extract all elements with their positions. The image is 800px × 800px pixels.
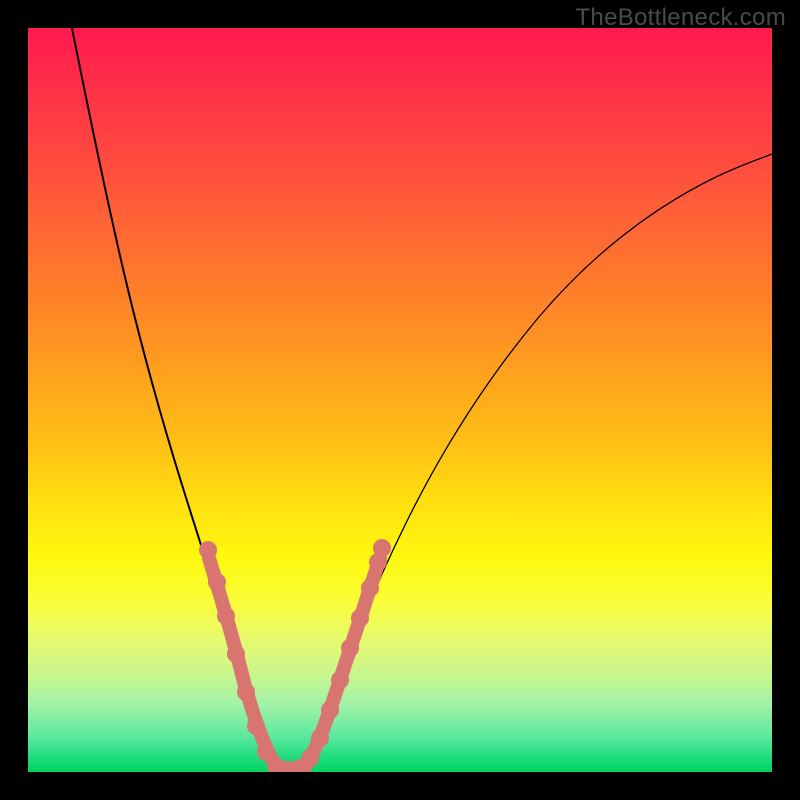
highlight-dots-group [199, 539, 391, 772]
curve-right-branch [300, 154, 772, 770]
dot [217, 607, 235, 625]
plot-area [28, 28, 772, 772]
dot [373, 539, 391, 557]
dot [199, 541, 217, 559]
dot [301, 749, 319, 767]
dot [321, 701, 339, 719]
dot [311, 729, 329, 747]
dot [331, 671, 349, 689]
curve-left-branch [72, 28, 281, 770]
dot [208, 573, 226, 591]
dot [237, 683, 255, 701]
dot [341, 639, 359, 657]
dot [351, 609, 369, 627]
curve-svg [28, 28, 772, 772]
dot [247, 717, 265, 735]
dot [227, 645, 245, 663]
chart-frame: TheBottleneck.com [0, 0, 800, 800]
dot [361, 579, 379, 597]
